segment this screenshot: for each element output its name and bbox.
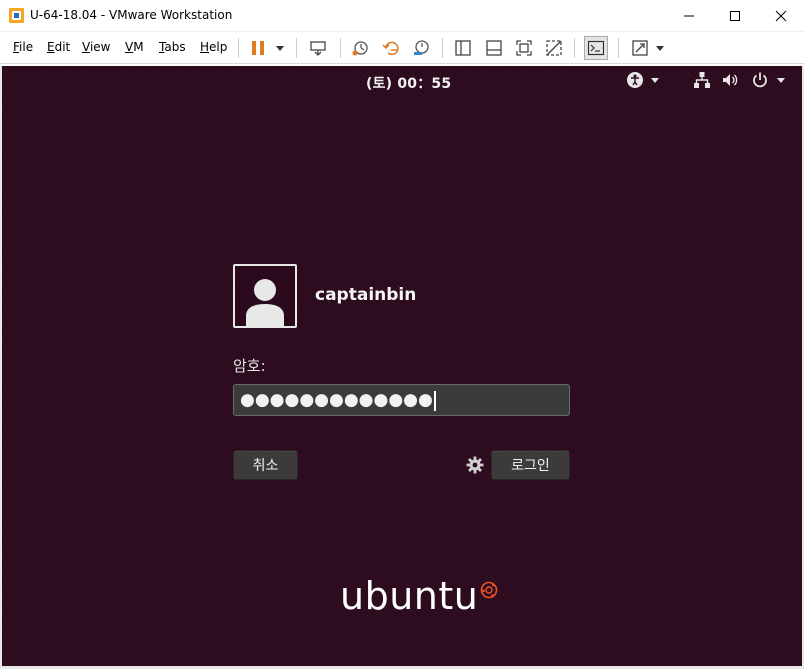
gear-icon — [466, 456, 484, 474]
power-menu[interactable] — [751, 70, 785, 90]
full-screen-icon — [516, 40, 532, 56]
menu-tabs[interactable]: Tabs — [159, 40, 186, 54]
stretch-guest-button[interactable] — [628, 36, 652, 60]
snapshot-take-icon — [352, 41, 368, 56]
stretch-dropdown[interactable] — [656, 46, 664, 51]
unity-button[interactable] — [542, 36, 566, 60]
menu-help[interactable]: Help — [200, 40, 227, 54]
toolbar-separator — [442, 38, 443, 58]
thumbnail-view-button[interactable] — [482, 36, 506, 60]
menu-toolbar: File Edit View VM Tabs Help — [0, 32, 804, 64]
ubuntu-logo: ubuntu — [340, 571, 498, 621]
window-title-bar: U-64-18.04 - VMware Workstation — [0, 0, 804, 32]
snapshot-manager-button[interactable] — [409, 36, 433, 60]
ubuntu-logo-text: ubuntu — [340, 574, 479, 618]
thumbnail-view-icon — [486, 40, 502, 56]
stretch-guest-icon — [632, 40, 648, 56]
minimize-button[interactable] — [666, 0, 712, 32]
minimize-icon — [684, 15, 694, 17]
accessibility-icon — [627, 72, 643, 88]
chevron-down-icon — [651, 77, 659, 83]
session-settings-button[interactable] — [465, 455, 485, 475]
library-view-button[interactable] — [451, 36, 475, 60]
power-icon — [753, 72, 767, 88]
menu-file[interactable]: File — [13, 40, 33, 54]
network-indicator[interactable] — [693, 70, 711, 90]
menu-edit[interactable]: Edit — [47, 40, 70, 54]
network-icon — [694, 72, 710, 88]
console-view-icon — [587, 40, 605, 56]
snapshot-revert-button[interactable] — [379, 36, 403, 60]
snapshot-take-button[interactable] — [348, 36, 372, 60]
pause-icon — [252, 41, 264, 55]
snapshot-manager-icon — [414, 40, 429, 55]
top-bar-clock[interactable]: (토) 00：55 — [366, 73, 451, 93]
password-mask: ●●●●●●●●●●●●● — [240, 390, 433, 410]
cancel-button[interactable]: 취소 — [233, 450, 298, 480]
maximize-icon — [730, 11, 740, 21]
vmware-app-icon — [9, 8, 24, 23]
toolbar-separator — [618, 38, 619, 58]
send-ctrl-alt-del-button[interactable] — [306, 36, 330, 60]
unity-icon — [546, 40, 562, 56]
toolbar-separator — [574, 38, 575, 58]
chevron-down-icon — [777, 77, 785, 83]
close-icon — [775, 10, 787, 22]
password-field[interactable]: ●●●●●●●●●●●●● — [233, 384, 570, 416]
console-view-button[interactable] — [584, 36, 608, 60]
toolbar-separator — [340, 38, 341, 58]
close-button[interactable] — [758, 0, 804, 32]
toolbar-separator — [238, 38, 239, 58]
circle-of-friends-icon — [481, 581, 498, 599]
pause-dropdown[interactable] — [276, 46, 284, 51]
login-button[interactable]: 로그인 — [491, 450, 570, 480]
maximize-button[interactable] — [712, 0, 758, 32]
volume-icon — [723, 74, 738, 86]
login-username: captainbin — [315, 285, 417, 305]
library-view-icon — [455, 40, 471, 56]
toolbar-separator — [296, 38, 297, 58]
snapshot-revert-icon — [382, 41, 399, 56]
menu-vm[interactable]: VM — [125, 40, 144, 54]
text-cursor — [433, 390, 436, 411]
user-avatar-icon — [246, 279, 284, 326]
pause-button[interactable] — [246, 36, 270, 60]
menu-view[interactable]: View — [82, 40, 110, 54]
user-avatar — [233, 264, 297, 328]
window-title: U-64-18.04 - VMware Workstation — [30, 8, 233, 22]
vm-guest-screen[interactable]: (토) 00：55 captainbin 암호: ●●●●●●●●●●●●● 취… — [2, 66, 802, 666]
accessibility-menu[interactable] — [626, 70, 659, 90]
send-ctrl-alt-del-icon — [310, 41, 326, 56]
volume-indicator[interactable] — [721, 70, 739, 90]
password-label: 암호: — [233, 357, 266, 375]
full-screen-button[interactable] — [512, 36, 536, 60]
